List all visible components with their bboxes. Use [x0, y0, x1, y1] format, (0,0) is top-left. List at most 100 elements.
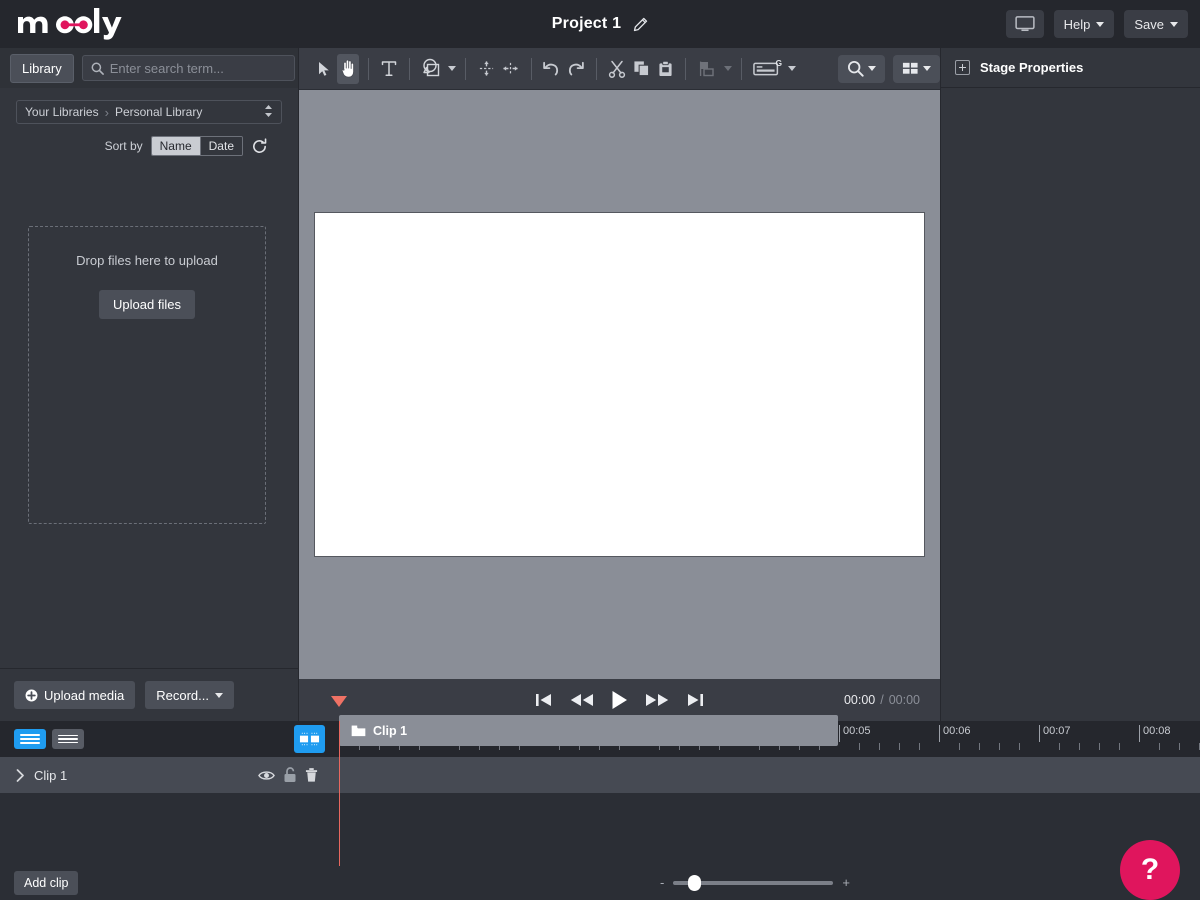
- eye-icon[interactable]: [258, 769, 275, 782]
- lock-open-icon[interactable]: [283, 767, 297, 783]
- plus-circle-icon: [25, 689, 38, 702]
- library-footer: Upload media Record...: [0, 668, 299, 721]
- library-search[interactable]: [82, 55, 295, 81]
- ruler-minor-tick: [999, 743, 1000, 750]
- layout-grid-button[interactable]: [893, 55, 940, 83]
- search-icon: [91, 62, 104, 75]
- redo-button[interactable]: [565, 54, 587, 84]
- timeline-track-row[interactable]: Clip 1: [0, 757, 1200, 793]
- help-fab-button[interactable]: ?: [1120, 840, 1180, 900]
- pan-tool[interactable]: [337, 54, 359, 84]
- library-panel: Library Your Libraries › Personal Librar…: [0, 48, 299, 721]
- paste-button[interactable]: [654, 54, 676, 84]
- ruler-time-label: 00:05: [839, 725, 871, 737]
- playhead-line: [339, 721, 340, 866]
- timeline-zoom-slider[interactable]: [673, 881, 833, 885]
- chevron-down-icon: [868, 66, 876, 71]
- arrange-layers-tool[interactable]: [695, 54, 732, 84]
- tab-library[interactable]: Library: [10, 54, 74, 83]
- record-button[interactable]: Record...: [145, 681, 234, 709]
- text-tool[interactable]: [378, 54, 400, 84]
- chevron-down-icon: [788, 66, 796, 71]
- trash-icon[interactable]: [305, 767, 318, 783]
- ruler-minor-tick: [1019, 743, 1020, 750]
- chevron-down-icon: [923, 66, 931, 71]
- playhead-handle[interactable]: [331, 696, 347, 707]
- pencil-icon[interactable]: [633, 17, 648, 32]
- zoom-level-button[interactable]: [838, 55, 885, 83]
- current-time: 00:00: [844, 693, 875, 707]
- stage-column: G: [299, 48, 940, 721]
- moovly-logo[interactable]: [16, 0, 134, 48]
- ruler-time-label: 00:08: [1139, 725, 1171, 737]
- skip-to-end-button[interactable]: [686, 692, 704, 708]
- timeline-clip-block[interactable]: Clip 1: [339, 715, 838, 746]
- stage-canvas-area[interactable]: [299, 90, 940, 679]
- fast-forward-button[interactable]: [645, 692, 669, 708]
- align-vertical-center[interactable]: [475, 54, 497, 84]
- plus-box-icon[interactable]: [955, 60, 970, 75]
- library-breadcrumb[interactable]: Your Libraries › Personal Library: [16, 100, 282, 124]
- toolbar-divider: [531, 58, 532, 80]
- select-tool[interactable]: [313, 54, 335, 84]
- ruler-minor-tick: [1079, 743, 1080, 750]
- save-menu-label: Save: [1134, 17, 1164, 32]
- help-menu-button[interactable]: Help: [1054, 10, 1115, 38]
- chevron-right-icon[interactable]: [16, 769, 25, 782]
- file-dropzone[interactable]: Drop files here to upload Upload files: [28, 226, 266, 524]
- timeline-footer: Add clip - +: [0, 865, 1200, 900]
- cut-button[interactable]: [606, 54, 628, 84]
- breadcrumb-current[interactable]: Personal Library: [115, 105, 202, 119]
- copy-button[interactable]: [630, 54, 652, 84]
- toolbar-divider: [409, 58, 410, 80]
- svg-text:G: G: [776, 58, 783, 68]
- breadcrumb-root[interactable]: Your Libraries: [25, 105, 99, 119]
- skip-to-start-button[interactable]: [535, 692, 553, 708]
- save-menu-button[interactable]: Save: [1124, 10, 1188, 38]
- timeline-zoom-control: - +: [660, 875, 850, 890]
- track-name-label[interactable]: Clip 1: [34, 768, 67, 783]
- breadcrumb-separator: ›: [105, 105, 109, 120]
- timeline-panel: 00:0000:0100:0200:0300:0400:0500:0600:07…: [0, 721, 1200, 900]
- ruler-time-label: 00:06: [939, 725, 971, 737]
- play-button[interactable]: [611, 690, 628, 710]
- guides-tool[interactable]: G: [751, 54, 796, 84]
- split-clip-button[interactable]: [294, 725, 325, 753]
- undo-button[interactable]: [540, 54, 562, 84]
- toolbar-divider: [368, 58, 369, 80]
- upload-media-button[interactable]: Upload media: [14, 681, 135, 709]
- add-clip-button[interactable]: Add clip: [14, 871, 78, 895]
- record-label: Record...: [156, 688, 209, 703]
- zoom-in-button[interactable]: +: [842, 875, 850, 890]
- chevron-updown-icon[interactable]: [264, 104, 273, 121]
- ruler-minor-tick: [979, 743, 980, 750]
- search-input[interactable]: [110, 61, 286, 76]
- refresh-icon[interactable]: [251, 138, 268, 155]
- grid-layout-icon: [902, 61, 919, 76]
- ruler-minor-tick: [859, 743, 860, 750]
- dropzone-text: Drop files here to upload: [76, 253, 218, 268]
- magnifier-icon: [847, 60, 864, 77]
- stage-properties-title: Stage Properties: [980, 60, 1083, 75]
- toolbar-divider: [596, 58, 597, 80]
- timeline-view-list[interactable]: [52, 729, 84, 749]
- shapes-icon: [421, 58, 443, 79]
- shape-tool[interactable]: [419, 54, 456, 84]
- sort-option-name[interactable]: Name: [152, 137, 200, 155]
- ruler-minor-tick: [899, 743, 900, 750]
- ruler-minor-tick: [1119, 743, 1120, 750]
- zoom-out-button[interactable]: -: [660, 875, 664, 890]
- rewind-button[interactable]: [570, 692, 594, 708]
- sort-option-date[interactable]: Date: [200, 137, 242, 155]
- timeline-view-blocks[interactable]: [14, 729, 46, 749]
- chevron-down-icon: [724, 66, 732, 71]
- align-horizontal-center[interactable]: [499, 54, 521, 84]
- stage-canvas[interactable]: [314, 212, 925, 557]
- sort-segmented-control[interactable]: Name Date: [151, 136, 243, 156]
- timeline-zoom-knob[interactable]: [688, 875, 701, 891]
- project-title: Project 1: [552, 15, 621, 33]
- upload-files-button[interactable]: Upload files: [99, 290, 195, 319]
- present-mode-button[interactable]: [1006, 10, 1044, 38]
- chevron-down-icon: [448, 66, 456, 71]
- help-fab-label: ?: [1141, 855, 1159, 885]
